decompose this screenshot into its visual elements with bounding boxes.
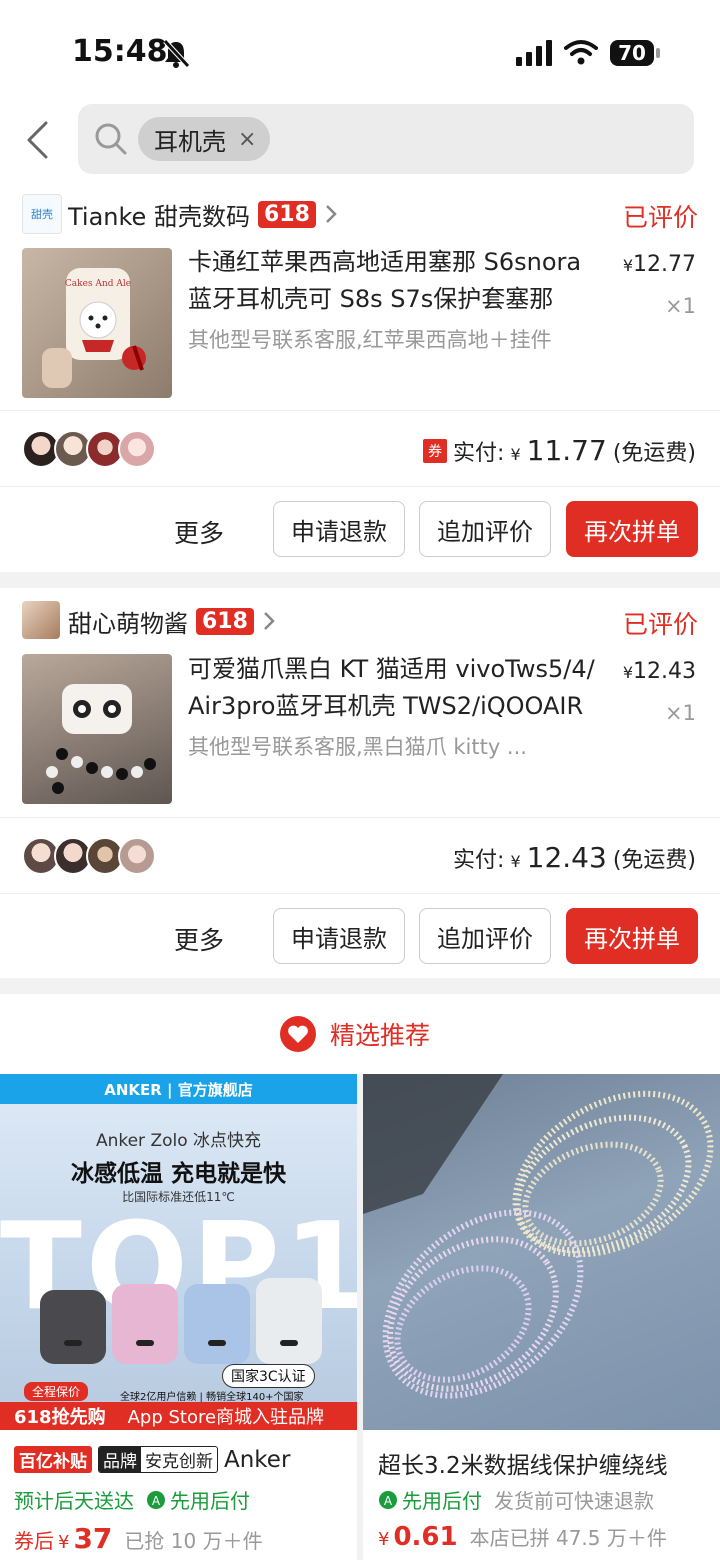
more-button[interactable]: 更多 <box>174 921 224 957</box>
product-price: 0.61 <box>393 1522 458 1552</box>
wifi-icon <box>564 40 598 65</box>
refund-button[interactable]: 申请退款 <box>273 908 405 964</box>
shop-name: 甜心萌物酱 <box>68 609 188 638</box>
product-spec: 其他型号联系客服,红苹果西高地＋挂件 <box>188 328 552 352</box>
avatar <box>118 430 156 468</box>
product-image[interactable]: Cakes And Ale <box>22 248 172 398</box>
pay-later-icon: A <box>379 1490 397 1509</box>
chip-close-icon[interactable]: × <box>238 127 256 152</box>
shipping-note: (免运费) <box>612 848 696 873</box>
product-banner[interactable]: ANKER | 官方旗舰店 Anker Zolo 冰点快充 冰感低温 充电就是快… <box>0 1074 357 1430</box>
pay-later-icon: A <box>147 1490 165 1509</box>
billion-subsidy-badge: 百亿补贴 <box>14 1446 92 1473</box>
paid-summary: 券 实付: ¥ 11.77 (免运费) <box>423 434 696 467</box>
paid-summary: 实付: ¥ 12.43 (免运费) <box>453 841 696 874</box>
unit-price: ¥12.77 <box>622 252 696 277</box>
shipping-note: (免运费) <box>612 441 696 466</box>
paid-amount: 11.77 <box>526 434 607 467</box>
product-price-row: ¥ 0.61 本店已拼 47.5 万＋件 <box>378 1522 667 1552</box>
shop-header[interactable]: 甜心萌物酱 618 <box>68 591 278 651</box>
delivery-estimate: 预计后天送达 <box>14 1489 134 1513</box>
shop-header[interactable]: Tianke 甜壳数码 618 <box>68 184 340 244</box>
signal-icon <box>516 40 552 66</box>
add-review-button[interactable]: 追加评价 <box>419 908 551 964</box>
recommend-title-row: 精选推荐 <box>280 1016 430 1052</box>
refund-button[interactable]: 申请退款 <box>273 501 405 557</box>
avatar <box>118 837 156 875</box>
divider <box>0 893 720 894</box>
back-arrow-icon[interactable] <box>24 120 50 160</box>
product-name[interactable]: 超长3.2米数据线保护缠绕线 <box>378 1446 708 1480</box>
svg-text:A: A <box>384 1494 393 1508</box>
product-price-row: 券后 ¥ 37 已抢 10 万＋件 <box>14 1522 263 1555</box>
brand-badge: 品牌 安克创新 <box>98 1446 218 1473</box>
more-button[interactable]: 更多 <box>174 514 224 550</box>
promo-badge: 618 <box>257 200 316 228</box>
search-icon <box>95 123 127 155</box>
shop-logo[interactable] <box>22 601 60 639</box>
rebuy-button[interactable]: 再次拼单 <box>566 908 698 964</box>
battery-level: 70 <box>618 41 646 65</box>
search-keyword-chip[interactable]: 耳机壳 × <box>138 117 271 161</box>
paid-amount: 12.43 <box>526 841 607 874</box>
divider <box>0 817 720 818</box>
battery-tip <box>656 48 660 58</box>
chevron-right-icon <box>264 612 275 630</box>
group-buyer-avatars[interactable] <box>22 430 162 468</box>
search-keyword: 耳机壳 <box>154 127 226 156</box>
product-title[interactable]: 可爱猫爪黑白 KT 猫适用 vivoTws5/4/ Air3pro蓝牙耳机壳 T… <box>188 651 608 725</box>
product-image[interactable] <box>22 654 172 804</box>
coupon-icon: 券 <box>423 438 448 463</box>
refund-note: 发货前可快速退款 <box>494 1489 654 1513</box>
pay-later-label: 先用后付 <box>170 1489 250 1513</box>
banner-bottom-bar: 618抢先购 App Store商城入驻品牌 <box>0 1402 357 1430</box>
divider <box>0 410 720 411</box>
product-title[interactable]: 卡通红苹果西高地适用塞那 S6snora 蓝牙耳机壳可 S8s S7s保护套塞那 <box>188 244 608 318</box>
unit-price: ¥12.43 <box>622 659 696 684</box>
banner-brand: ANKER | 官方旗舰店 <box>0 1074 357 1104</box>
product-service-row: A 先用后付 发货前可快速退款 <box>378 1485 654 1514</box>
quantity: ×1 <box>665 294 696 318</box>
recommend-title: 精选推荐 <box>330 1021 431 1050</box>
sold-count: 本店已拼 47.5 万＋件 <box>469 1526 667 1550</box>
shop-logo[interactable]: 甜壳 <box>22 194 62 234</box>
product-name: Anker <box>224 1446 291 1473</box>
sold-count: 已抢 10 万＋件 <box>124 1529 263 1553</box>
chevron-right-icon <box>326 205 337 223</box>
divider <box>0 486 720 487</box>
status-time: 15:48 <box>72 34 168 69</box>
order-status: 已评价 <box>622 610 698 639</box>
add-review-button[interactable]: 追加评价 <box>419 501 551 557</box>
banner-cert: 国家3C认证 <box>222 1364 315 1388</box>
silent-bell-icon <box>163 39 190 68</box>
banner-tag: 全程保价 <box>24 1382 89 1401</box>
order-status: 已评价 <box>622 203 698 232</box>
product-title-row[interactable]: 百亿补贴 品牌 安克创新 Anker <box>14 1446 354 1473</box>
pay-later-label: 先用后付 <box>402 1489 482 1513</box>
banner-users: 全球2亿用户信赖 | 畅销全球140+个国家 <box>120 1392 304 1403</box>
heart-icon <box>280 1016 316 1052</box>
promo-badge: 618 <box>196 607 254 635</box>
banner-line1: Anker Zolo 冰点快充 <box>95 1131 262 1151</box>
battery-icon: 70 <box>610 40 654 66</box>
product-service-row: 预计后天送达 A 先用后付 <box>14 1485 250 1514</box>
quantity: ×1 <box>665 701 696 725</box>
charger-product-image <box>40 1278 322 1364</box>
group-buyer-avatars[interactable] <box>22 837 162 875</box>
svg-text:A: A <box>152 1494 161 1508</box>
banner-line2: 冰感低温 充电就是快 <box>70 1161 286 1187</box>
shop-name: Tianke 甜壳数码 <box>68 202 250 231</box>
product-price: 37 <box>73 1522 113 1555</box>
product-image[interactable] <box>363 1074 720 1430</box>
rebuy-button[interactable]: 再次拼单 <box>566 501 698 557</box>
product-spec: 其他型号联系客服,黑白猫爪 kitty ... <box>188 735 527 759</box>
svg-text:Cakes And Ale: Cakes And Ale <box>65 279 131 289</box>
price-prefix: 券后 <box>14 1529 54 1553</box>
